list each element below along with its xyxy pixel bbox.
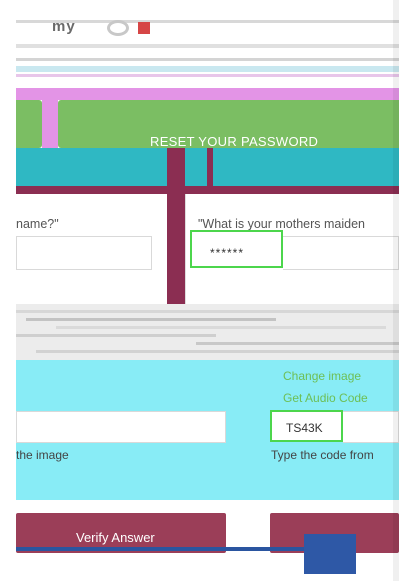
column-divider — [185, 194, 186, 304]
banner-strip — [16, 88, 399, 100]
change-image-link[interactable]: Change image — [283, 369, 361, 383]
captcha-image — [16, 304, 399, 360]
column-separator — [167, 148, 185, 304]
captcha-code-input-extension[interactable] — [343, 411, 399, 443]
logo-mark-icon — [138, 22, 150, 34]
question-left-label: name?" — [16, 217, 59, 231]
window-edge-shadow — [393, 0, 399, 581]
captcha-left-input[interactable] — [16, 411, 226, 443]
captcha-noise — [26, 318, 276, 321]
glitch-block — [304, 534, 356, 574]
banner-noise — [16, 66, 399, 72]
captcha-noise — [36, 350, 399, 353]
captcha-noise — [196, 342, 399, 345]
reset-bar-gap — [42, 100, 58, 148]
reset-password-title: RESET YOUR PASSWORD — [150, 134, 319, 149]
column-separator-thin — [207, 148, 213, 188]
reset-bar-left — [16, 100, 42, 148]
logo-ring-icon — [107, 20, 129, 36]
page-frame: my RESET YOUR PASSWORD name?" "What is y… — [0, 0, 399, 581]
banner-noise — [16, 74, 399, 77]
captcha-code-input[interactable]: TS43K — [270, 410, 343, 442]
site-logo[interactable]: my — [52, 18, 76, 35]
question-right-label: "What is your mothers maiden — [198, 217, 365, 231]
audio-code-link[interactable]: Get Audio Code — [283, 391, 368, 405]
verify-answer-label: Verify Answer — [76, 530, 155, 545]
captcha-noise — [16, 310, 399, 313]
banner-noise — [16, 58, 399, 61]
captcha-left-hint: the image — [16, 448, 69, 462]
captcha-right-hint: Type the code from — [271, 448, 374, 462]
banner-noise — [16, 44, 399, 48]
question-left-answer-input[interactable] — [16, 236, 152, 270]
captcha-noise — [56, 326, 386, 329]
captcha-noise — [16, 334, 216, 337]
mothers-maiden-name-input[interactable]: ****** — [190, 230, 283, 268]
mothers-maiden-name-input-extension[interactable] — [283, 236, 399, 270]
